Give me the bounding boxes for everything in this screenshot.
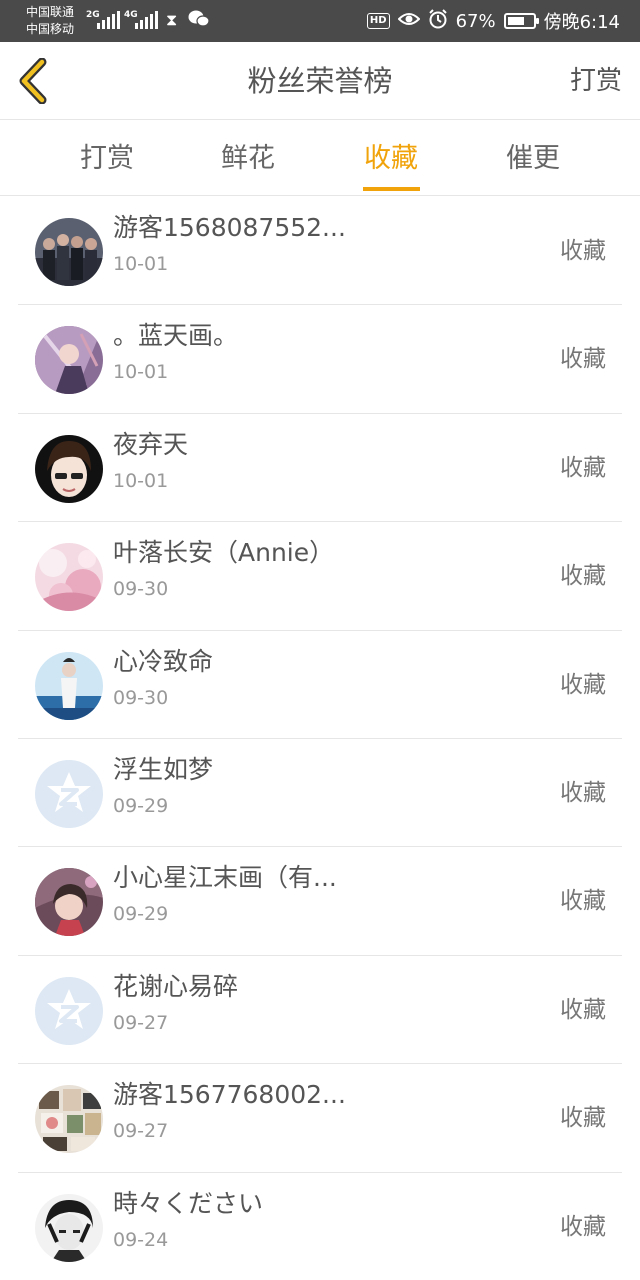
- page-title: 粉丝荣誉榜: [247, 64, 393, 98]
- tab-flowers[interactable]: 鲜花: [198, 121, 298, 196]
- fan-date: 09-27: [113, 1011, 169, 1034]
- avatar[interactable]: [35, 759, 103, 828]
- avatar[interactable]: [35, 651, 103, 720]
- avatar-image: [35, 543, 103, 612]
- status-right: HD 67% 傍晚6:14: [366, 0, 620, 42]
- avatar[interactable]: [35, 434, 103, 503]
- status-bar: 中国联通 中国移动 2G 4G ⧗ HD 67% 傍晚6:14: [0, 0, 640, 42]
- action-label: 收藏: [560, 346, 606, 373]
- avatar-image: [35, 434, 103, 503]
- reward-button[interactable]: 打赏: [570, 42, 622, 120]
- tab-reward[interactable]: 打赏: [57, 121, 157, 196]
- avatar-image: [35, 326, 103, 395]
- avatar[interactable]: [35, 326, 103, 395]
- action-label: 收藏: [560, 238, 606, 264]
- alarm-icon: [428, 8, 448, 34]
- fan-name: 時々ください: [113, 1188, 264, 1218]
- action-label: 收藏: [560, 888, 606, 915]
- fan-name: 游客1568087552...: [113, 213, 346, 242]
- clock-time: 傍晚6:14: [543, 12, 620, 33]
- battery-percent: 67%: [455, 10, 496, 32]
- battery-icon: [503, 13, 539, 29]
- fan-list-item[interactable]: 。蓝天画。 10-01 收藏: [18, 305, 622, 414]
- avatar-image: [35, 976, 103, 1045]
- signal-icon-1: [97, 11, 120, 29]
- hourglass-icon: ⧗: [166, 10, 178, 29]
- avatar[interactable]: [35, 976, 103, 1045]
- avatar-image: [35, 651, 103, 720]
- fan-name: 浮生如梦: [113, 754, 214, 784]
- fan-list-item[interactable]: 浮生如梦 09-29 收藏: [18, 739, 622, 848]
- fan-list-item[interactable]: 心冷致命 09-30 收藏: [18, 631, 622, 739]
- action-label: 收藏: [560, 1105, 606, 1132]
- fan-date: 09-27: [113, 1120, 169, 1143]
- fan-date: 09-30: [113, 578, 169, 601]
- avatar[interactable]: [35, 1193, 103, 1262]
- fan-date: 09-29: [113, 794, 169, 817]
- fan-date: 09-29: [113, 903, 169, 926]
- carrier-2: 中国移动: [26, 22, 75, 36]
- tab-collect[interactable]: 收藏: [341, 121, 441, 196]
- avatar-image: [35, 218, 103, 286]
- active-tab-indicator: [363, 187, 420, 191]
- header: 粉丝荣誉榜 打赏: [0, 42, 640, 120]
- fan-list-item[interactable]: 時々ください 09-24 收藏: [18, 1173, 622, 1280]
- fan-name: 游客1567768002...: [113, 1080, 346, 1110]
- fan-list-item[interactable]: 花谢心易碎 09-27 收藏: [18, 956, 622, 1065]
- fan-name: 花谢心易碎: [113, 971, 239, 1001]
- avatar-image: [35, 759, 103, 828]
- fan-list-item[interactable]: 叶落长安（Annie） 09-30 收藏: [18, 522, 622, 631]
- avatar-image: [35, 1085, 103, 1154]
- fan-name: 心冷致命: [113, 646, 214, 676]
- fan-name: 叶落长安（Annie）: [113, 538, 335, 568]
- fan-list: 游客1568087552... 10-01 收藏 。蓝天画。 10-01 收藏 夜弃天 10-…: [0, 197, 640, 1280]
- avatar[interactable]: [35, 218, 103, 286]
- avatar[interactable]: [35, 543, 103, 612]
- fan-date: 10-01: [113, 253, 169, 275]
- action-label: 收藏: [560, 1213, 606, 1240]
- avatar[interactable]: [35, 868, 103, 937]
- avatar[interactable]: [35, 1085, 103, 1154]
- wechat-icon: [188, 9, 210, 33]
- fan-name: 。蓝天画。: [113, 321, 239, 351]
- fan-list-item[interactable]: 夜弃天 10-01 收藏: [18, 414, 622, 523]
- hd-icon: HD: [366, 13, 390, 29]
- fan-date: 09-30: [113, 686, 169, 709]
- fan-list-item[interactable]: 游客1568087552... 10-01 收藏: [18, 197, 622, 306]
- fan-name: 夜弃天: [113, 429, 189, 459]
- fan-date: 10-01: [113, 361, 169, 384]
- battery-fill: [507, 17, 524, 25]
- action-label: 收藏: [560, 454, 606, 481]
- action-label: 收藏: [560, 996, 606, 1023]
- avatar-image: [35, 1193, 103, 1262]
- tab-bar: 打赏 鲜花 收藏 催更: [0, 121, 640, 196]
- action-label: 收藏: [560, 563, 606, 590]
- action-label: 收藏: [560, 779, 606, 806]
- avatar-image: [35, 868, 103, 937]
- fan-date: 10-01: [113, 469, 169, 492]
- fan-name: 小心星江末画（有...: [113, 863, 337, 893]
- fan-list-item[interactable]: 游客1567768002... 09-27 收藏: [18, 1064, 622, 1173]
- carrier-1: 中国联通: [26, 5, 75, 19]
- fan-date: 09-24: [113, 1228, 169, 1251]
- action-label: 收藏: [560, 671, 606, 698]
- signal-icon-2: [135, 11, 158, 29]
- fan-list-item[interactable]: 小心星江末画（有... 09-29 收藏: [18, 847, 622, 956]
- carrier-info: 中国联通 中国移动: [26, 4, 74, 38]
- tab-urge-update[interactable]: 催更: [483, 121, 583, 196]
- eye-icon: [397, 11, 420, 32]
